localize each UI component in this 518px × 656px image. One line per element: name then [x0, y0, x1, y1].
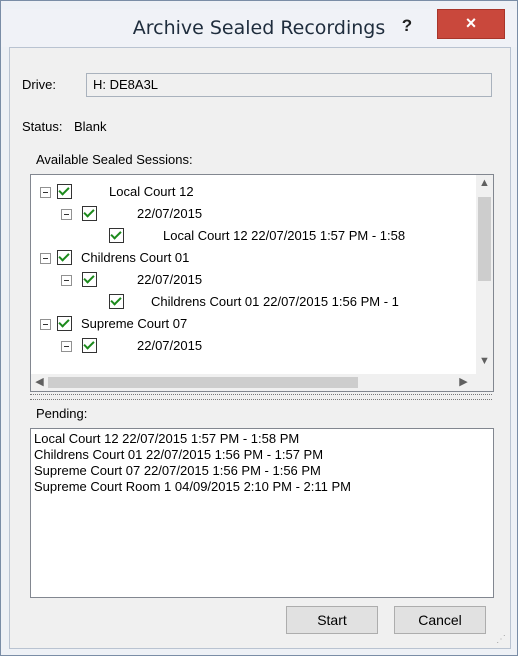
scroll-left-icon[interactable]: ◀ — [31, 375, 48, 388]
collapse-icon[interactable] — [40, 253, 51, 264]
cancel-button[interactable]: Cancel — [394, 606, 486, 634]
checkbox-icon[interactable] — [57, 316, 72, 331]
collapse-icon[interactable] — [61, 341, 72, 352]
checkbox-icon[interactable] — [109, 228, 124, 243]
tree-node[interactable]: Childrens Court 01 — [31, 247, 471, 269]
tree-node-label: Local Court 12 22/07/2015 1:57 PM - 1:58 — [163, 228, 406, 243]
splitter[interactable] — [30, 394, 492, 400]
list-item[interactable]: Supreme Court Room 1 04/09/2015 2:10 PM … — [34, 479, 351, 494]
drive-label: Drive: — [22, 77, 56, 92]
tree-node-label: 22/07/2015 — [137, 206, 203, 221]
pending-list[interactable]: Local Court 12 22/07/2015 1:57 PM - 1:58… — [30, 428, 494, 598]
collapse-icon[interactable] — [40, 187, 51, 198]
list-item[interactable]: Supreme Court 07 22/07/2015 1:56 PM - 1:… — [34, 463, 321, 478]
collapse-icon[interactable] — [61, 209, 72, 220]
tree-node[interactable]: Local Court 12 22/07/2015 1:57 PM - 1:58 — [31, 225, 471, 247]
status-value: Blank — [74, 119, 107, 134]
checkbox-icon[interactable] — [57, 250, 72, 265]
dialog-window: Archive Sealed Recordings ? × Drive: H: … — [0, 0, 518, 656]
dialog-body: Drive: H: DE8A3L Status: Blank Available… — [9, 47, 511, 649]
checkbox-icon[interactable] — [82, 206, 97, 221]
tree-node-label: Childrens Court 01 — [81, 250, 190, 265]
drive-field: H: DE8A3L — [86, 73, 492, 97]
tree-node-label: Supreme Court 07 — [81, 316, 188, 331]
checkbox-icon[interactable] — [82, 272, 97, 287]
scroll-right-icon[interactable]: ▶ — [455, 375, 472, 388]
tree-node-label: 22/07/2015 — [137, 338, 203, 353]
checkbox-icon[interactable] — [109, 294, 124, 309]
vertical-scroll-thumb[interactable] — [478, 197, 491, 281]
list-item[interactable]: Local Court 12 22/07/2015 1:57 PM - 1:58… — [34, 431, 299, 446]
collapse-icon[interactable] — [40, 319, 51, 330]
sessions-tree[interactable]: Local Court 12 22/07/2015 Local Court 12… — [30, 174, 494, 392]
sessions-label: Available Sealed Sessions: — [36, 152, 193, 167]
scroll-down-icon[interactable]: ▼ — [476, 355, 493, 367]
horizontal-scroll-thumb[interactable] — [48, 377, 358, 388]
tree-node[interactable]: 22/07/2015 — [31, 203, 471, 225]
help-button[interactable]: ? — [383, 9, 431, 47]
tree-node[interactable]: 22/07/2015 — [31, 335, 471, 357]
tree-node-label: Local Court 12 — [109, 184, 194, 199]
tree-node-label: Childrens Court 01 22/07/2015 1:56 PM - … — [151, 294, 399, 309]
checkbox-icon[interactable] — [57, 184, 72, 199]
horizontal-scrollbar[interactable]: ◀ ▶ — [31, 374, 493, 391]
vertical-scrollbar[interactable]: ▲ ▼ — [476, 175, 493, 374]
list-item[interactable]: Childrens Court 01 22/07/2015 1:56 PM - … — [34, 447, 323, 462]
tree-node[interactable]: Childrens Court 01 22/07/2015 1:56 PM - … — [31, 291, 471, 313]
tree-node[interactable]: Supreme Court 07 — [31, 313, 471, 335]
checkbox-icon[interactable] — [82, 338, 97, 353]
scroll-up-icon[interactable]: ▲ — [476, 177, 493, 189]
tree-node-label: 22/07/2015 — [137, 272, 203, 287]
resize-grip-icon[interactable]: ⋰ — [496, 634, 508, 646]
status-label: Status: — [22, 119, 63, 134]
tree-node[interactable]: Local Court 12 — [31, 181, 471, 203]
close-button[interactable]: × — [437, 9, 505, 39]
pending-label: Pending: — [36, 406, 88, 421]
tree-node[interactable]: 22/07/2015 — [31, 269, 471, 291]
collapse-icon[interactable] — [61, 275, 72, 286]
title-bar[interactable]: Archive Sealed Recordings ? × — [1, 9, 517, 47]
start-button[interactable]: Start — [286, 606, 378, 634]
